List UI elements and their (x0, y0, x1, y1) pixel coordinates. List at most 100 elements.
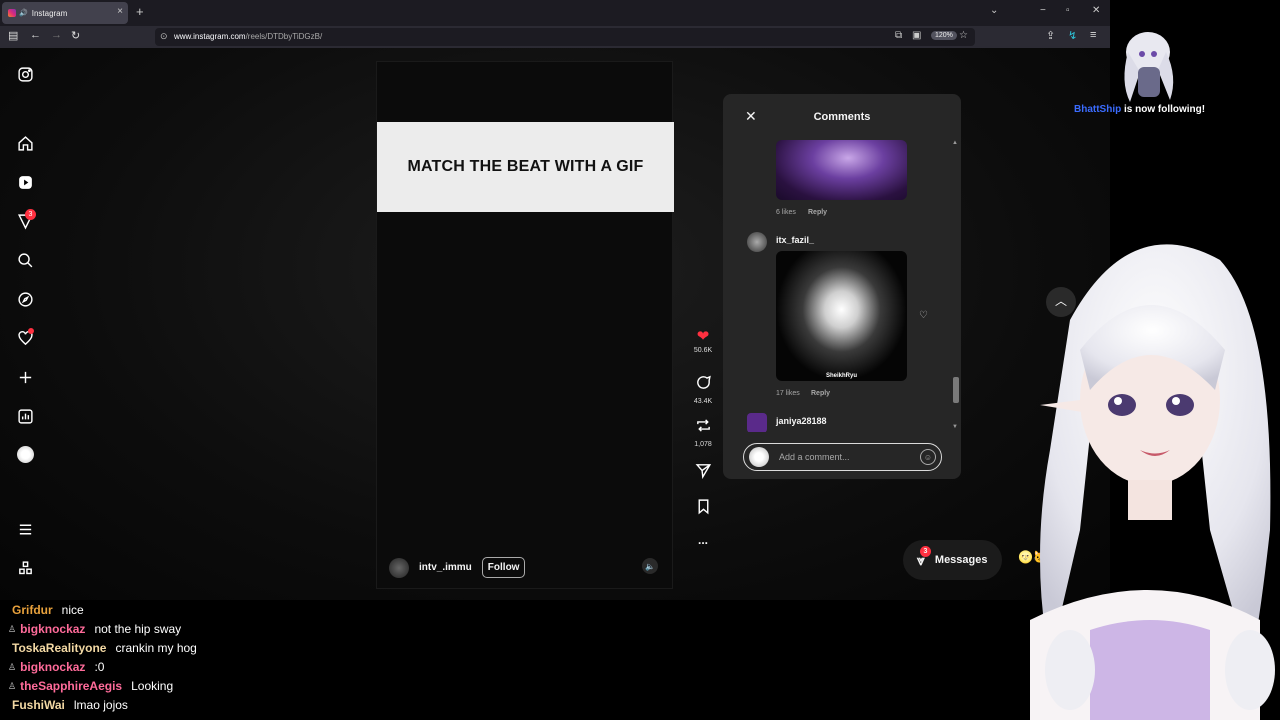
minimize-button[interactable]: − (1040, 5, 1046, 16)
share-icon (695, 464, 711, 480)
menu-icon[interactable]: ≡ (1090, 29, 1096, 41)
avatar[interactable] (747, 232, 767, 252)
home-icon[interactable] (13, 131, 37, 155)
comment-username[interactable]: itx_fazil_ (776, 235, 814, 245)
forward-icon[interactable]: → (51, 29, 62, 41)
messenger-icon: ⩔ 3 (917, 545, 931, 569)
also-from-meta-icon[interactable] (13, 556, 37, 580)
url-bar[interactable]: ⊙ www.instagram.com/reels/DTDbyTiDGzB/ ⧉… (155, 28, 975, 46)
chat-badge-icon: ♙ (8, 623, 17, 634)
user-avatar (749, 447, 769, 467)
chat-username: theSapphireAegis (20, 679, 123, 693)
close-window-button[interactable]: ✕ (1092, 5, 1100, 16)
share-button[interactable] (690, 462, 716, 484)
messages-button[interactable]: ⩔ 3 Messages (903, 540, 1002, 580)
follow-alert-text: is now following! (1124, 104, 1206, 115)
scroll-down-icon[interactable]: ▼ (952, 424, 958, 430)
reel-video[interactable]: MATCH THE BEAT WITH A GIF intv_.immu Fol… (376, 61, 674, 589)
save-button[interactable] (690, 498, 716, 520)
instagram-logo-icon[interactable] (13, 62, 37, 86)
repost-count: 1,078 (694, 441, 712, 448)
mute-icon[interactable]: 🔈 (642, 558, 658, 574)
reply-button[interactable]: Reply (811, 390, 830, 397)
extensions-icon[interactable]: ⇪ (1046, 29, 1055, 42)
avatar[interactable] (747, 413, 767, 432)
bookmark-icon (698, 499, 708, 515)
chat-message: Grifdur nice (8, 603, 84, 617)
reply-button[interactable]: Reply (808, 209, 827, 216)
like-comment-icon[interactable]: ♡ (919, 310, 928, 321)
comment-gif (776, 140, 907, 200)
emoji-icon[interactable]: ☺ (920, 449, 936, 465)
chat-username: ToskaRealityone (12, 641, 107, 655)
heart-icon[interactable] (13, 326, 37, 350)
notifications-badge: 3 (25, 209, 36, 220)
profile-avatar[interactable] (13, 442, 37, 466)
activity-dot (28, 328, 34, 334)
browser-nav-bar: ▤ ← → ↻ ⊙ www.instagram.com/reels/DTDbyT… (0, 26, 1110, 48)
chat-text: :0 (94, 660, 105, 674)
comment-username[interactable]: janiya28188 (776, 416, 827, 426)
reels-icon[interactable] (13, 170, 37, 194)
reload-icon[interactable]: ↻ (71, 29, 80, 42)
explore-compass-icon[interactable] (13, 287, 37, 311)
url-text[interactable]: www.instagram.com/reels/DTDbyTiDGzB/ (174, 32, 322, 41)
chat-text: not the hip sway (94, 622, 182, 636)
tab-title: Instagram (31, 8, 68, 18)
chat-text: crankin my hog (115, 641, 197, 655)
dashboard-icon[interactable] (13, 404, 37, 428)
comments-panel: ✕ Comments 6 likes Reply itx_fazil_ Shei… (723, 94, 961, 479)
author-username[interactable]: intv_.immu (419, 562, 472, 573)
new-tab-button[interactable]: + (136, 4, 144, 19)
comment-likes: 6 likes (776, 209, 796, 216)
follower-name: BhattShip (1074, 104, 1122, 115)
vtuber-avatar-image (1030, 244, 1275, 720)
comments-scrollbar[interactable]: ▲ ▼ (951, 140, 961, 432)
chat-username: Grifdur (12, 603, 53, 617)
comment-button[interactable]: 43.4K (690, 374, 716, 405)
speaker-icon[interactable]: 🔊 (19, 9, 28, 17)
browser-tab[interactable]: 🔊 Instagram × (2, 2, 128, 24)
comment-gif: SheikhRyu (776, 251, 907, 381)
gif-watermark: SheikhRyu (825, 373, 857, 379)
follow-button[interactable]: Follow (481, 557, 526, 578)
author-avatar[interactable] (389, 557, 409, 578)
site-info-icon[interactable]: ⊙ (160, 31, 168, 42)
instagram-sidebar: 3 (0, 48, 50, 600)
comment-count: 43.4K (693, 398, 713, 405)
tab-list-button[interactable]: ⌄ (990, 5, 998, 16)
chibi-mascot-image (1124, 32, 1174, 102)
chat-text: nice (61, 603, 84, 617)
messages-badge: 3 (919, 545, 931, 557)
like-button[interactable]: ❤ 50.6K (690, 329, 716, 355)
comment-likes: 17 likes (776, 390, 800, 397)
instagram-favicon-icon (8, 9, 16, 17)
more-menu-icon[interactable] (13, 517, 37, 541)
sidebar-toggle-icon[interactable]: ▤ (8, 29, 18, 42)
scroll-up-icon[interactable]: ▲ (952, 140, 958, 146)
reader-view-icon[interactable]: ▣ (912, 30, 921, 41)
add-comment-field[interactable]: Add a comment... ☺ (743, 443, 942, 471)
chat-badge-icon: ♙ (8, 661, 17, 672)
chat-username: bigknockaz (20, 622, 86, 636)
extension-icon[interactable]: ↯ (1068, 29, 1077, 42)
comment-input[interactable]: Add a comment... (779, 452, 920, 462)
search-icon[interactable] (13, 248, 37, 272)
comments-list[interactable]: 6 likes Reply itx_fazil_ SheikhRyu ♡ 17 … (723, 140, 953, 432)
screen: 🔊 Instagram × + ⌄ − ▫ ✕ ▤ ← → ↻ ⊙ www.in… (0, 0, 1280, 720)
zoom-level[interactable]: 120% (931, 31, 957, 40)
bookmark-star-icon[interactable]: ☆ (959, 30, 968, 41)
picture-in-picture-icon[interactable]: ⧉ (895, 30, 902, 41)
close-tab-icon[interactable]: × (117, 6, 123, 17)
like-count: 50.6K (693, 347, 713, 354)
scrollbar-thumb[interactable] (953, 377, 959, 403)
back-icon[interactable]: ← (30, 29, 41, 41)
maximize-button[interactable]: ▫ (1066, 5, 1070, 16)
comments-title: Comments (813, 111, 871, 123)
create-plus-icon[interactable] (13, 365, 37, 389)
more-options-button[interactable]: ... (690, 533, 716, 547)
messenger-icon[interactable]: 3 (13, 209, 37, 233)
chat-username: bigknockaz (20, 660, 86, 674)
chat-message: ToskaRealityone crankin my hog (8, 641, 197, 655)
repost-button[interactable]: 1,078 (690, 417, 716, 448)
